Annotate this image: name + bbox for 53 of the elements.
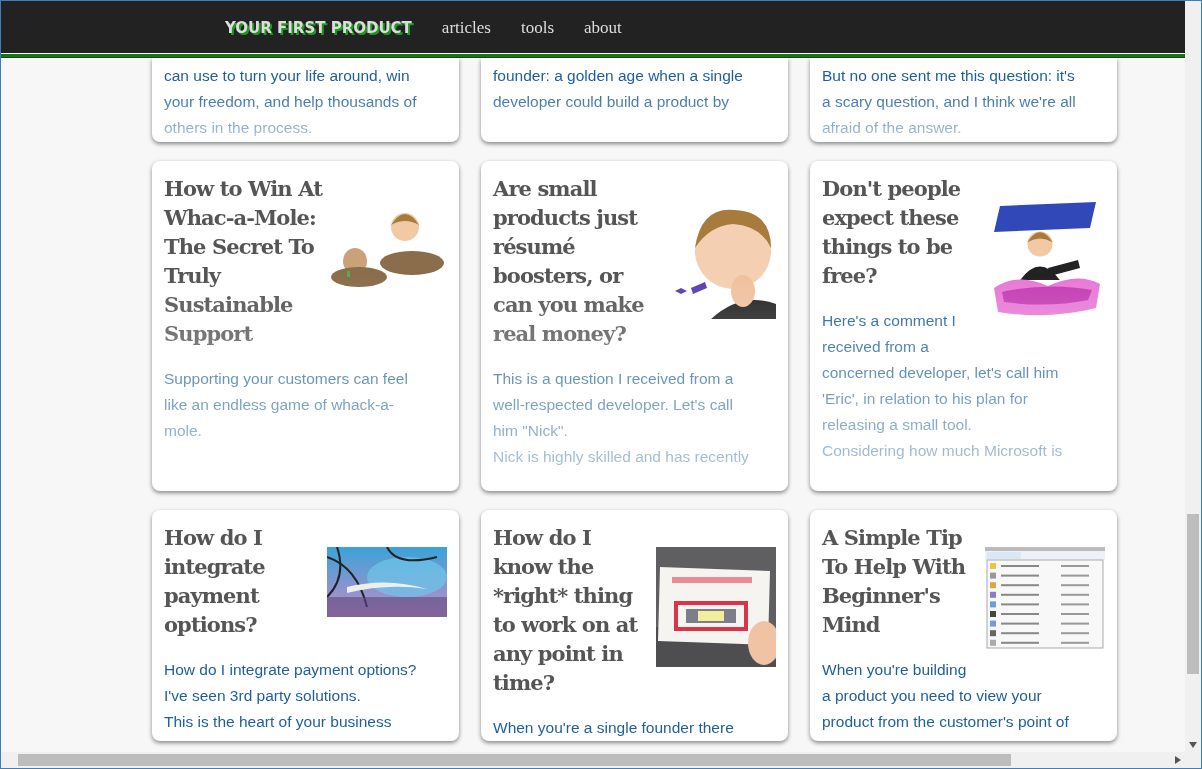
article-excerpt: How do I integrate payment options? <box>164 660 418 680</box>
article-excerpt: This is a question I received from a <box>493 369 735 389</box>
article-excerpt: Considering how much Microsoft is <box>822 441 1064 461</box>
article-card[interactable]: How to Win At Whac-a-Mole: The Secret To Truly Sustainable Support Supporting your customers can feel like an endless game of whack-a- mole. <box>152 161 459 491</box>
article-excerpt: This is the heart of your business <box>164 712 393 732</box>
article-excerpt: But no one sent me this question: it's <box>822 66 1076 86</box>
article-card[interactable]: founder: a golden age when a single developer could build a product by <box>481 58 788 142</box>
article-excerpt: When you're building <box>822 660 968 680</box>
article-excerpt: afraid of the answer. <box>822 118 963 138</box>
scrollbar-thumb[interactable] <box>1187 514 1199 674</box>
article-excerpt: well-respected developer. Let's call <box>493 395 734 415</box>
article-excerpt: I've seen 3rd party solutions. <box>164 686 362 706</box>
article-excerpt: mole. <box>164 421 203 441</box>
article-excerpt: him "Nick". <box>493 421 569 441</box>
article-card[interactable]: Are small products just résumé boosters, or can you make real money? This is a question I received from a well-respected developer. Let's call him "Nick". Nick is highly skilled and has recently <box>481 161 788 491</box>
article-excerpt: 'Eric', in relation to his plan for <box>822 389 1029 409</box>
article-excerpt: can use to turn your life around, win <box>164 66 411 86</box>
nav-link[interactable]: articles <box>441 17 491 38</box>
article-excerpt: others in the process. <box>164 118 314 138</box>
article-card[interactable]: How do I integrate payment options? How do I integrate payment options? I've seen 3rd party solutions. This is the heart of your business <box>152 510 459 741</box>
article-excerpt: received from a <box>822 337 930 357</box>
site-logo[interactable]: YOUR FIRST PRODUCT <box>225 18 412 37</box>
down-arrow-icon[interactable] <box>1189 742 1197 748</box>
article-excerpt: your freedom, and help thousands of <box>164 92 418 112</box>
horizontal-scrollbar[interactable] <box>1 752 1185 768</box>
nav-link[interactable]: tools <box>520 17 554 38</box>
article-card[interactable]: A Simple Tip To Help With Beginner's Mind When you're building a product you need to view your product from the customer's point of <box>810 510 1117 741</box>
article-excerpt: founder: a golden age when a single <box>493 66 744 86</box>
article-excerpt: When you're a single founder there <box>493 718 735 738</box>
article-excerpt: developer could build a product by <box>493 92 731 112</box>
article-excerpt: a product you need to view your <box>822 686 1043 706</box>
article-title[interactable]: How to Win At Whac-a-Mole: The Secret To Truly Sustainable Support <box>164 174 323 348</box>
article-excerpt: releasing a small tool. <box>822 415 973 435</box>
scrollbar-thumb[interactable] <box>18 754 1011 766</box>
article-excerpt: like an endless game of whack-a- <box>164 395 396 415</box>
article-excerpt: Nick is highly skilled and has recently <box>493 447 750 467</box>
article-card[interactable]: How do I know the *right* thing to work on at any point in time? When you're a single founder there <box>481 510 788 741</box>
article-excerpt: product from the customer's point of <box>822 712 1070 732</box>
article-excerpt: Here's a comment I <box>822 311 957 331</box>
article-title[interactable]: Are small products just résumé boosters, or can you make real money? <box>493 174 667 348</box>
article-excerpt: concerned developer, let's call him <box>822 363 1060 383</box>
article-title[interactable]: A Simple Tip To Help With Beginner's Mind <box>822 523 981 639</box>
article-excerpt: a scary question, and I think we're all <box>822 92 1077 112</box>
article-card[interactable] <box>810 161 1117 491</box>
article-title[interactable]: Don't people expect these things to be free? <box>822 174 984 290</box>
article-title[interactable]: How do I know the *right* thing to work on at any point in time? <box>493 523 652 697</box>
nav-link[interactable]: about <box>584 17 622 38</box>
right-arrow-icon[interactable] <box>1175 756 1181 764</box>
article-title[interactable]: How do I integrate payment options? <box>164 523 323 639</box>
vertical-scrollbar[interactable] <box>1185 1 1201 752</box>
article-card[interactable]: can use to turn your life around, win your freedom, and help thousands of others in the process. <box>152 58 459 142</box>
article-excerpt: Supporting your customers can feel <box>164 369 409 389</box>
article-card[interactable]: But no one sent me this question: it's a scary question, and I think we're all afraid of the answer. <box>810 58 1117 142</box>
